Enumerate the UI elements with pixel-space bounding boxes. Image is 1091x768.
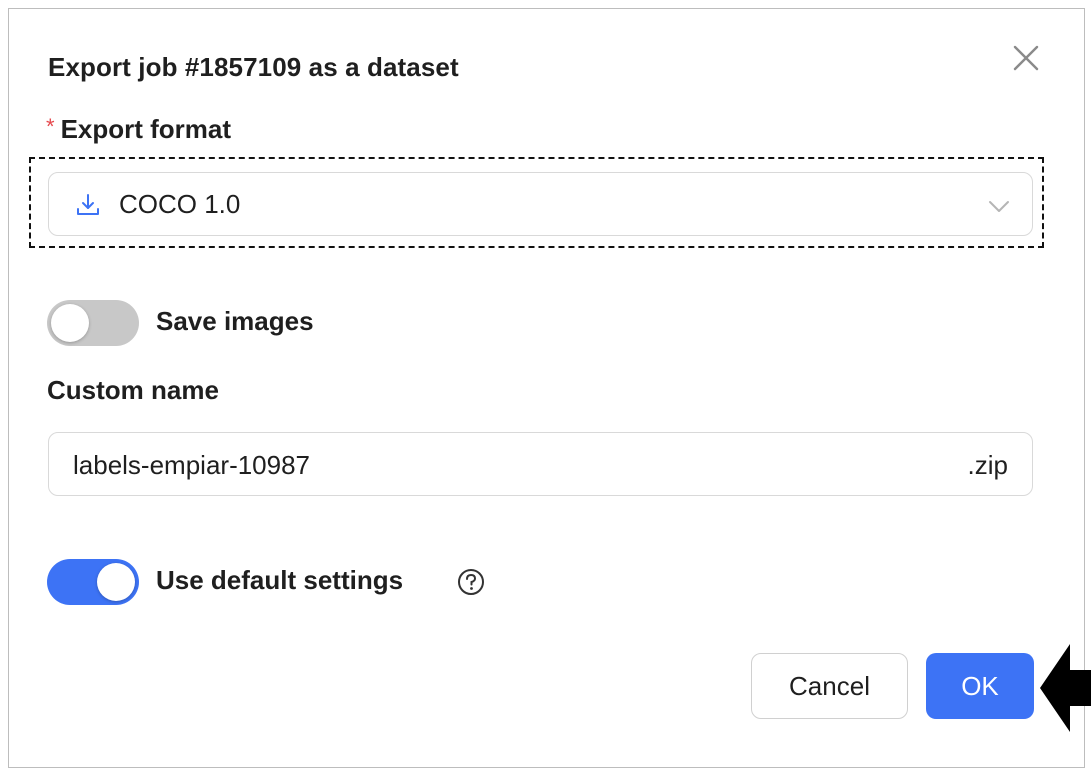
default-settings-toggle[interactable] bbox=[47, 559, 139, 605]
export-format-value: COCO 1.0 bbox=[119, 189, 241, 219]
toggle-knob bbox=[51, 304, 89, 342]
save-images-label: Save images bbox=[156, 306, 314, 336]
download-icon bbox=[77, 194, 99, 215]
file-extension-suffix: .zip bbox=[967, 450, 1008, 480]
toggle-knob bbox=[97, 563, 135, 601]
question-circle-icon[interactable] bbox=[456, 567, 486, 597]
custom-name-value: labels-empiar-10987 bbox=[73, 450, 311, 480]
cancel-button[interactable]: Cancel bbox=[751, 653, 908, 719]
export-format-label: * Export format bbox=[46, 114, 231, 145]
chevron-down-icon bbox=[989, 201, 1009, 212]
dialog-title: Export job #1857109 as a dataset bbox=[48, 52, 459, 82]
custom-name-label: Custom name bbox=[47, 375, 219, 405]
save-images-toggle[interactable] bbox=[47, 300, 139, 346]
left-arrow-icon bbox=[1040, 644, 1091, 732]
default-settings-label: Use default settings bbox=[156, 565, 404, 595]
close-icon[interactable] bbox=[1008, 40, 1044, 76]
export-format-label-text: Export format bbox=[60, 114, 232, 144]
ok-button[interactable]: OK bbox=[926, 653, 1034, 719]
required-mark: * bbox=[46, 114, 55, 139]
export-format-select[interactable]: COCO 1.0 bbox=[48, 172, 1033, 236]
custom-name-input[interactable]: labels-empiar-10987 .zip bbox=[48, 432, 1033, 496]
